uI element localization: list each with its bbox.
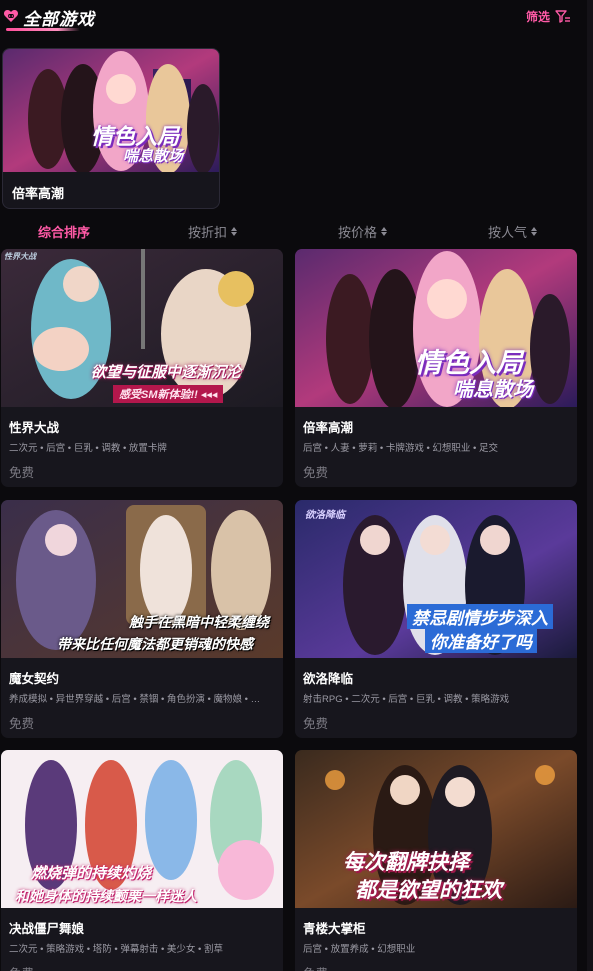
game-card-tags: 射击RPG • 二次元 • 后宫 • 巨乳 • 调教 • 策略游戏: [303, 694, 510, 705]
game-card-name: 性界大战: [9, 421, 60, 435]
scrollbar-track[interactable]: [587, 0, 593, 971]
game-card-art: 燃烧弹的持续灼烧 和她身体的持续颤栗一样迷人: [1, 750, 283, 908]
filter-button[interactable]: 筛选: [526, 8, 571, 25]
sort-bar: 综合排序 按折扣 按价格 按人气: [0, 218, 587, 242]
page-header: 全部游戏 筛选: [0, 0, 587, 36]
game-card-corner-logo: 欲洛降临: [305, 510, 345, 521]
game-card-name: 决战僵尸舞娘: [9, 922, 85, 936]
sort-arrows-icon: [531, 227, 538, 236]
filter-label: 筛选: [525, 10, 550, 24]
game-card-art: 欲望与征服中逐渐沉沦 感受SM新体验!! ◂◂◂ 性界大战: [1, 249, 283, 407]
game-card-price: 免费: [9, 717, 35, 731]
sort-tab-composite[interactable]: 综合排序: [38, 222, 90, 241]
game-card-banner: 触手在黑暗中轻柔缠绕: [129, 614, 269, 630]
featured-banner-line2: 喘息散场: [123, 148, 184, 165]
sort-arrows-icon: [381, 227, 388, 236]
sort-tab-popularity[interactable]: 按人气: [488, 222, 538, 241]
game-card-price: 免费: [303, 717, 329, 731]
game-card-corner-logo: 性界大战: [4, 252, 36, 261]
game-card[interactable]: 触手在黑暗中轻柔缠绕 带来比任何魔法都更销魂的快感 魔女契约 养成模拟 • 异世…: [1, 500, 283, 738]
sort-tab-label: 按价格: [338, 225, 378, 240]
game-card-banner: 每次翻牌抉择: [343, 851, 469, 874]
game-card-name: 倍率高潮: [303, 421, 354, 435]
game-card-art: 触手在黑暗中轻柔缠绕 带来比任何魔法都更销魂的快感: [1, 500, 283, 658]
sort-tab-label: 按折扣: [188, 225, 228, 240]
sort-tab-label: 按人气: [488, 225, 528, 240]
game-card-subbanner: 和她身体的持续颤栗一样迷人: [15, 888, 197, 904]
game-card-subbanner: 喘息散场: [453, 379, 533, 401]
game-card-subbanner: 感受SM新体验!! ◂◂◂: [113, 385, 224, 403]
game-card-subbanner: 带来比任何魔法都更销魂的快感: [57, 636, 253, 652]
game-card-tags: 二次元 • 后宫 • 巨乳 • 调教 • 放置卡牌: [9, 443, 167, 454]
game-card-subbanner: 你准备好了吗: [425, 628, 537, 653]
game-card-banner: 禁忌剧情步步深入: [407, 604, 553, 629]
game-card-price: 免费: [9, 963, 34, 971]
sort-tab-price[interactable]: 按价格: [338, 222, 388, 241]
game-card-tags: 二次元 • 策略游戏 • 塔防 • 弹幕射击 • 美少女 • 割草: [9, 944, 224, 955]
game-card-tags: 后宫 • 人妻 • 萝莉 • 卡牌游戏 • 幻想职业 • 足交: [303, 443, 499, 454]
game-card-name: 青楼大掌柜: [303, 922, 366, 936]
game-card[interactable]: 情色入局 喘息散场 倍率高潮 后宫 • 人妻 • 萝莉 • 卡牌游戏 • 幻想职…: [295, 249, 577, 487]
game-card-price: 免费: [303, 466, 329, 480]
game-card-name: 欲洛降临: [303, 672, 354, 686]
title-underline: [6, 28, 80, 31]
featured-game-art: 情色入局 喘息散场: [3, 49, 219, 174]
game-card-art: 每次翻牌抉择 都是欲望的狂欢: [295, 750, 577, 908]
sort-tab-discount[interactable]: 按折扣: [188, 222, 238, 241]
sort-tab-label: 综合排序: [38, 225, 91, 240]
filter-funnel-icon: [555, 9, 570, 23]
game-card-name: 魔女契约: [9, 672, 60, 686]
game-card-price: 免费: [303, 963, 328, 971]
game-card-banner: 欲望与征服中逐渐沉沦: [91, 364, 242, 381]
game-card-price: 免费: [9, 466, 35, 480]
featured-game-card[interactable]: 情色入局 喘息散场 倍率高潮: [2, 48, 220, 209]
game-card-tags: 养成模拟 • 异世界穿越 • 后宫 • 禁锢 • 角色扮演 • 魔物娘 • …: [9, 694, 261, 705]
game-card[interactable]: 欲望与征服中逐渐沉沦 感受SM新体验!! ◂◂◂ 性界大战 性界大战 二次元 •…: [1, 249, 283, 487]
heart-gamepad-icon: [3, 10, 19, 22]
game-card[interactable]: 每次翻牌抉择 都是欲望的狂欢 青楼大掌柜 后宫 • 放置养成 • 幻想职业 免费: [295, 750, 577, 971]
game-card-subbanner: 都是欲望的狂欢: [355, 879, 502, 902]
game-card-banner: 燃烧弹的持续灼烧: [31, 865, 152, 882]
game-card-art: 禁忌剧情步步深入 你准备好了吗 欲洛降临: [295, 500, 577, 658]
game-card-art: 情色入局 喘息散场: [295, 249, 577, 407]
game-card[interactable]: 禁忌剧情步步深入 你准备好了吗 欲洛降临 欲洛降临 射击RPG • 二次元 • …: [295, 500, 577, 738]
sort-arrows-icon: [231, 227, 238, 236]
featured-game-name: 倍率高潮: [12, 186, 65, 201]
page-title: 全部游戏: [23, 10, 95, 29]
game-card-tags: 后宫 • 放置养成 • 幻想职业: [303, 944, 416, 955]
game-card[interactable]: 燃烧弹的持续灼烧 和她身体的持续颤栗一样迷人 决战僵尸舞娘 二次元 • 策略游戏…: [1, 750, 283, 971]
